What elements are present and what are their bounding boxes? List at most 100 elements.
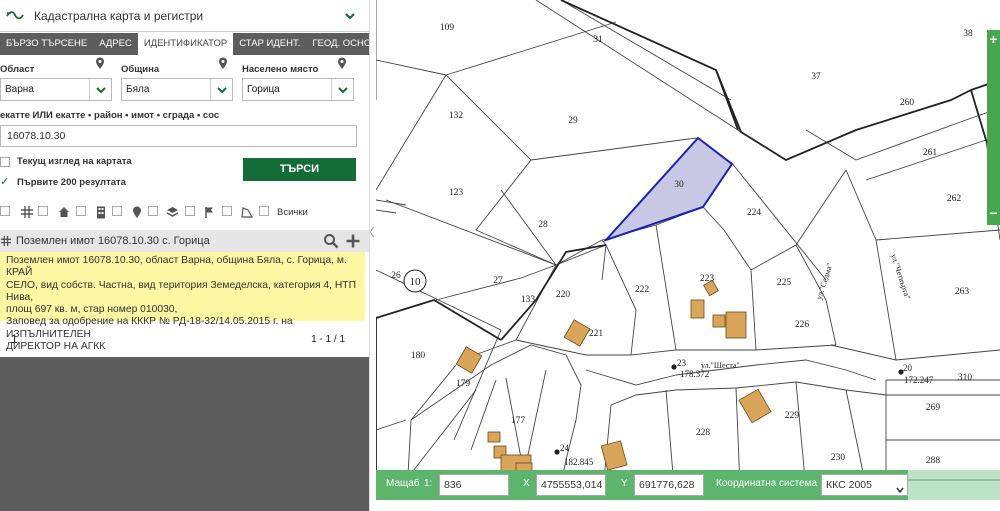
polygon-icon[interactable] <box>240 205 253 219</box>
chevron-down-icon[interactable] <box>343 9 357 23</box>
sheet-number: 10 <box>410 276 422 288</box>
buildings <box>455 279 772 476</box>
x-label: X <box>523 478 530 489</box>
x-coordinate[interactable]: 4755553,014 <box>536 474 606 496</box>
y-label: Y <box>621 478 628 489</box>
parcel-number-261: 261 <box>923 148 938 158</box>
filter-checkbox[interactable] <box>222 206 232 216</box>
map-pin-icon[interactable] <box>218 57 228 70</box>
parcel-number-310: 310 <box>958 373 973 383</box>
parcel-number-26: 26 <box>391 271 401 281</box>
current-view-checkbox[interactable] <box>0 157 10 167</box>
map-pin-icon[interactable] <box>337 57 347 70</box>
street-label-fourth: ул."Четвърта" <box>889 253 912 301</box>
parcel-number-262: 262 <box>947 194 962 204</box>
street-labels: ул."Шеста" ул."Седма" ул."Четвърта" <box>701 253 912 370</box>
filter-checkbox[interactable] <box>38 206 48 216</box>
search-tabs: БЪРЗО ТЪРСЕНЕ АДРЕС ИДЕНТИФИКАТОР СТАР И… <box>0 33 369 55</box>
tab-identifier[interactable]: ИДЕНТИФИКАТОР <box>137 33 234 55</box>
chevron-down-icon[interactable] <box>331 79 353 100</box>
grid-icon <box>1 232 11 250</box>
object-type-filter: Всички <box>0 203 369 223</box>
parcel-number-260: 260 <box>900 98 915 108</box>
ekatte-label: екатте ИЛИ екатте • район • имот • сград… <box>0 110 220 121</box>
point-id-24: 24 <box>560 443 570 453</box>
filter-checkbox[interactable] <box>148 206 158 216</box>
identifier-input[interactable]: 16078.10.30 <box>0 125 357 147</box>
flag-icon[interactable] <box>203 205 216 219</box>
scale-input[interactable]: 836 <box>439 474 509 496</box>
chevron-down-icon[interactable] <box>89 79 111 100</box>
building-icon[interactable] <box>94 205 107 219</box>
crs-select[interactable]: ККС 2005 <box>821 474 908 496</box>
home-icon[interactable] <box>57 205 70 219</box>
obshtina-select[interactable]: Бяла <box>121 78 233 101</box>
scale-label: Мащаб <box>386 478 420 489</box>
result-count: 1 - 1 / 1 <box>311 334 345 345</box>
street-label-seventh: ул."Седма" <box>814 262 834 301</box>
all-checkbox[interactable] <box>259 206 269 216</box>
tab-address[interactable]: АДРЕС <box>93 33 138 55</box>
parcel-number-269: 269 <box>926 403 941 413</box>
tab-old-identifier[interactable]: СТАР ИДЕНТ. <box>233 33 306 55</box>
chevron-down-icon[interactable] <box>210 79 232 100</box>
point-elevation-23: 178.372 <box>680 369 709 379</box>
panel-title: Кадастрална карта и регистри <box>34 8 204 23</box>
map-canvas[interactable]: 109 31 37 38 260 132 29 261 30 123 262 224 28 26 27 223… <box>376 0 1000 511</box>
parcel-number-27: 27 <box>493 276 503 286</box>
panel-header[interactable]: Кадастрална карта и регистри <box>0 0 369 32</box>
filter-checkbox[interactable] <box>76 206 86 216</box>
parcel-number-28: 28 <box>538 220 548 230</box>
parcel-number-221: 221 <box>589 329 604 339</box>
result-details[interactable]: Поземлен имот 16078.10.30, област Варна,… <box>0 252 365 352</box>
map-pin-icon[interactable] <box>95 57 105 70</box>
first200-checkbox[interactable]: ✓ <box>0 177 10 188</box>
panel-splitter[interactable] <box>369 0 376 511</box>
pager: 1 1 - 1 / 1 <box>0 322 369 356</box>
plus-icon[interactable] <box>344 232 362 250</box>
search-button[interactable]: ТЪРСИ <box>243 158 356 181</box>
result-header[interactable]: Поземлен имот 16078.10.30 с. Горица <box>0 230 369 252</box>
oblast-select[interactable]: Варна <box>0 78 112 101</box>
first200-label: Първите 200 резултата <box>17 177 126 188</box>
chevron-down-icon[interactable] <box>896 481 904 494</box>
selected-parcel[interactable] <box>602 136 734 243</box>
parcel-number-225: 225 <box>777 278 792 288</box>
boundary-lines <box>376 0 1000 511</box>
cadastral-map[interactable]: 109 31 37 38 260 132 29 261 30 123 262 224 28 26 27 223… <box>376 0 1000 511</box>
filter-checkbox[interactable] <box>185 206 195 216</box>
parcel-number-222: 222 <box>635 285 650 295</box>
status-bar: Мащаб 1: 836 X 4755553,014 Y 691776,628 … <box>376 470 908 500</box>
grid-icon[interactable] <box>20 205 33 219</box>
parcel-number-224: 224 <box>747 208 762 218</box>
zoom-out-button[interactable]: − <box>987 205 1000 221</box>
survey-point-icon[interactable] <box>130 205 143 219</box>
parcel-number-180: 180 <box>411 351 426 361</box>
naseleno-label: Населено място <box>242 64 319 75</box>
tab-geodetic-base[interactable]: ГЕОД. ОСНОВА <box>306 33 369 55</box>
parcel-number-123: 123 <box>449 188 464 198</box>
zoom-in-button[interactable]: + <box>987 31 1000 47</box>
naseleno-select[interactable]: Горица <box>242 78 354 101</box>
parcel-number-132: 132 <box>449 111 464 121</box>
parcel-number-223: 223 <box>700 274 715 284</box>
parcel-number-288: 288 <box>926 456 941 466</box>
scale-prefix: 1: <box>424 478 433 489</box>
page-number[interactable]: 1 <box>11 332 18 346</box>
result-line: Поземлен имот 16078.10.30, област Варна,… <box>6 255 347 279</box>
collapse-handle-icon[interactable] <box>369 226 374 238</box>
tab-quick-search[interactable]: БЪРЗО ТЪРСЕНЕ <box>0 33 93 55</box>
y-coordinate[interactable]: 691776,628 <box>634 474 704 496</box>
result-line: площ 697 кв. м, стар номер 010030, <box>6 304 178 316</box>
parcel-number-263: 263 <box>955 287 970 297</box>
parcel-number-220: 220 <box>556 290 571 300</box>
crs-label: Координатна система <box>716 478 818 489</box>
filter-checkbox[interactable] <box>0 206 10 216</box>
point-elevation-24: 182.845 <box>564 457 594 467</box>
obshtina-label: Община <box>121 64 160 75</box>
layers-icon[interactable] <box>166 205 179 219</box>
zoom-control: + − <box>987 30 1000 225</box>
search-icon[interactable] <box>322 232 340 250</box>
filter-checkbox[interactable] <box>112 206 122 216</box>
parcel-number-230: 230 <box>831 453 846 463</box>
